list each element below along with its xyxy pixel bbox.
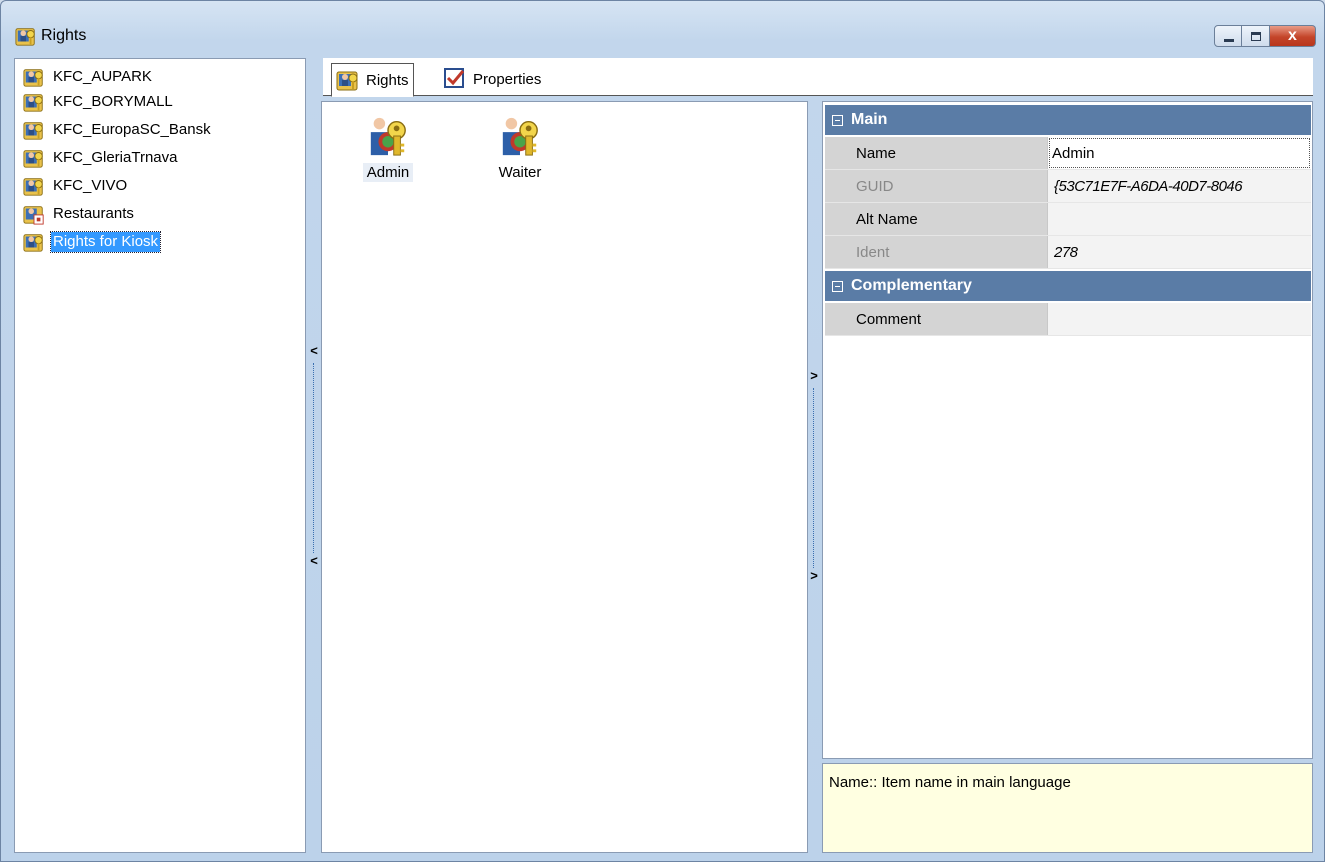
rights-folder-icon [23, 66, 45, 88]
tree-item-kfc-borymall[interactable]: KFC_BORYMALL [23, 90, 175, 114]
tree-item-rights-for-kiosk[interactable]: Rights for Kiosk [23, 230, 162, 254]
rights-folder-icon [23, 119, 45, 141]
tree-item-label: KFC_VIVO [53, 177, 128, 194]
rights-folder-icon [23, 175, 45, 197]
window-title: Rights [41, 27, 87, 44]
user-key-icon [499, 114, 541, 158]
tab-rights[interactable]: Rights [331, 63, 414, 97]
tree-item-label: Restaurants [53, 205, 134, 222]
close-button[interactable]: x [1270, 25, 1316, 47]
splitter-grip [813, 388, 814, 568]
title-bar[interactable]: Rights x [1, 1, 1324, 57]
list-item-admin[interactable]: Admin [348, 114, 428, 182]
rights-app-icon [15, 25, 37, 47]
rights-list[interactable]: Admin Waiter [321, 101, 808, 853]
property-value: 278 [1048, 236, 1311, 268]
tree-item-label: KFC_EuropaSC_Bansk [53, 121, 211, 138]
collapse-right-arrow-icon[interactable]: > [808, 568, 820, 583]
close-icon: x [1288, 27, 1297, 44]
left-splitter[interactable]: < < [308, 341, 320, 576]
category-label: Complementary [851, 277, 972, 294]
tree-item-label: KFC_AUPARK [53, 68, 152, 85]
rights-window: Rights x KFC_AUPARK KFC_BORYMALL KFC_Eur… [0, 0, 1325, 862]
rights-icon [336, 68, 360, 92]
category-main[interactable]: Main [825, 105, 1311, 135]
property-name: Alt Name [825, 203, 1048, 235]
rights-tree[interactable]: KFC_AUPARK KFC_BORYMALL KFC_EuropaSC_Ban… [14, 58, 306, 853]
category-label: Main [851, 111, 888, 128]
property-name: Ident [825, 236, 1048, 268]
property-value: {53C71E7F-A6DA-40D7-8046 [1048, 170, 1311, 202]
help-text: Name:: Item name in main language [829, 774, 1071, 791]
collapse-left-arrow-icon[interactable]: < [308, 553, 320, 568]
rights-folder-icon [23, 147, 45, 169]
property-row-ident[interactable]: Ident 278 [825, 236, 1311, 269]
tree-item-label: Rights for Kiosk [49, 231, 162, 253]
property-value-input[interactable]: Admin [1048, 137, 1311, 169]
tree-item-kfc-europasc-bansk[interactable]: KFC_EuropaSC_Bansk [23, 118, 213, 142]
maximize-icon [1251, 32, 1261, 41]
property-row-guid[interactable]: GUID {53C71E7F-A6DA-40D7-8046 [825, 170, 1311, 203]
property-name: GUID [825, 170, 1048, 202]
property-name: Name [825, 137, 1048, 169]
properties-checkbox-icon [443, 67, 467, 91]
property-help-box: Name:: Item name in main language [822, 763, 1313, 853]
splitter-grip [313, 363, 314, 553]
maximize-button[interactable] [1242, 25, 1270, 47]
tree-item-label: KFC_GleriaTrnava [53, 149, 178, 166]
list-item-label: Admin [362, 163, 414, 182]
property-row-alt-name[interactable]: Alt Name [825, 203, 1311, 236]
rights-folder-icon [23, 231, 45, 253]
collapse-right-arrow-icon[interactable]: > [808, 368, 820, 383]
window-controls: x [1214, 25, 1316, 49]
property-row-comment[interactable]: Comment [825, 303, 1311, 336]
property-grid[interactable]: Main Name Admin GUID {53C71E7F-A6DA-40D7… [822, 101, 1313, 759]
collapse-box-icon[interactable] [832, 114, 843, 126]
collapse-left-arrow-icon[interactable]: < [308, 343, 320, 358]
property-value-input[interactable] [1048, 303, 1311, 335]
property-value-input[interactable] [1048, 203, 1311, 235]
user-key-icon [367, 114, 409, 158]
collapse-box-icon[interactable] [832, 280, 843, 292]
property-name: Comment [825, 303, 1048, 335]
restaurants-folder-icon [23, 203, 45, 225]
property-row-name[interactable]: Name Admin [825, 137, 1311, 170]
list-item-waiter[interactable]: Waiter [480, 114, 560, 181]
tab-properties[interactable]: Properties [439, 63, 545, 95]
minimize-button[interactable] [1214, 25, 1242, 47]
tree-item-kfc-vivo[interactable]: KFC_VIVO [23, 174, 129, 198]
tree-item-label: KFC_BORYMALL [53, 93, 173, 110]
list-item-label: Waiter [498, 164, 542, 181]
right-splitter[interactable]: > > [808, 366, 820, 591]
minimize-icon [1224, 39, 1234, 42]
category-complementary[interactable]: Complementary [825, 271, 1311, 301]
rights-folder-icon [23, 91, 45, 113]
tree-item-kfc-aupark[interactable]: KFC_AUPARK [23, 65, 154, 89]
tree-item-kfc-gleriatrnava[interactable]: KFC_GleriaTrnava [23, 146, 179, 170]
tab-bar: Rights Properties [323, 58, 1313, 97]
tab-label: Rights [366, 71, 409, 89]
tree-item-restaurants[interactable]: Restaurants [23, 202, 136, 226]
tab-label: Properties [473, 70, 542, 88]
